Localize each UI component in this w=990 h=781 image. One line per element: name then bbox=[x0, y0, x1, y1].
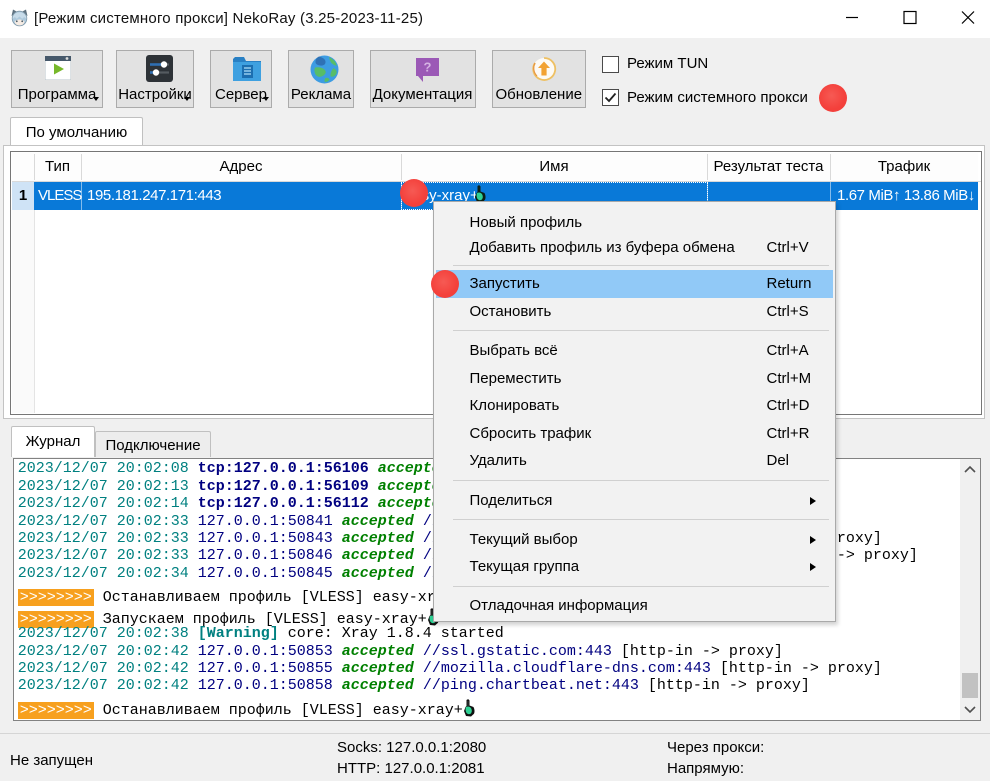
svg-text:?: ? bbox=[423, 60, 431, 75]
